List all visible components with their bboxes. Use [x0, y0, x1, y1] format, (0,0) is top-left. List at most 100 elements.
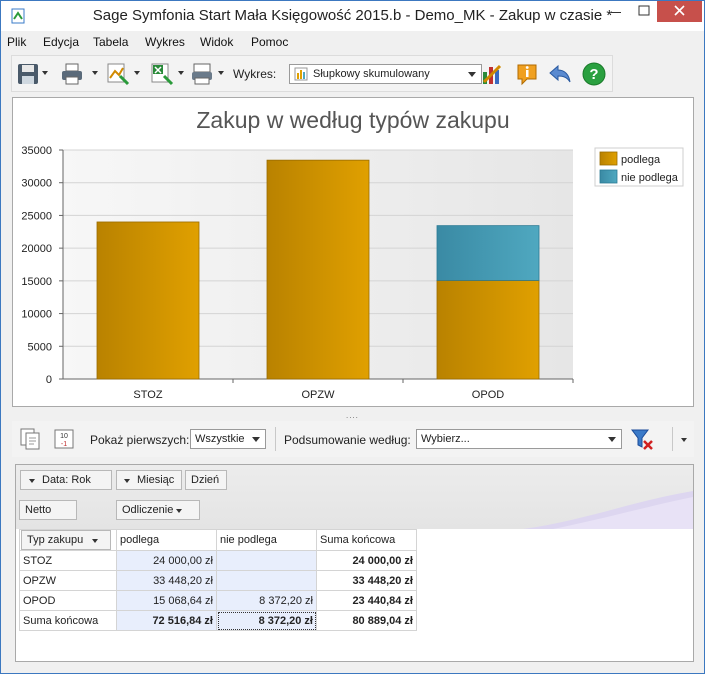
day-field[interactable]: Dzień — [185, 470, 227, 490]
legend-swatch — [599, 169, 618, 184]
row-label[interactable]: OPOD — [19, 590, 117, 611]
toolbar-overflow-icon[interactable] — [681, 438, 687, 442]
pivot-grid: Typ zakupu podlega nie podlega Suma końc… — [19, 529, 417, 631]
maximize-icon[interactable] — [631, 1, 657, 22]
date-year-field-label: Data: Rok — [42, 474, 91, 486]
print-preview-icon[interactable] — [190, 62, 214, 86]
bar-podlega — [436, 280, 540, 380]
deduction-field-label: Odliczenie — [122, 504, 174, 516]
row-total[interactable]: 23 440,84 zł — [316, 590, 417, 611]
stacked-bar-icon — [294, 67, 308, 81]
month-field[interactable]: Miesiąc — [116, 470, 182, 490]
menu-tabela[interactable]: Tabela — [93, 35, 128, 49]
cell-value[interactable] — [216, 550, 317, 571]
type-field[interactable]: Typ zakupu — [21, 530, 111, 550]
toolbar-separator — [275, 427, 276, 451]
table-row: OPZW 33 448,20 zł 33 448,20 zł — [19, 570, 417, 591]
y-tick-label: 25000 — [21, 210, 52, 222]
row-total[interactable]: 24 000,00 zł — [316, 550, 417, 571]
chevron-down-icon — [29, 479, 35, 483]
export-excel-icon[interactable] — [150, 62, 174, 86]
netto-field[interactable]: Netto — [19, 500, 77, 520]
svg-text:10: 10 — [60, 433, 68, 440]
chevron-down-icon — [92, 539, 98, 543]
menu-pomoc[interactable]: Pomoc — [251, 35, 288, 49]
column-header-total: Suma końcowa — [316, 529, 417, 551]
x-tick-label: STOZ — [133, 389, 162, 401]
y-tick-label: 0 — [46, 374, 52, 386]
cell-value[interactable]: 24 000,00 zł — [116, 550, 217, 571]
export-excel-dropdown-icon[interactable] — [178, 71, 184, 75]
cell-value[interactable] — [216, 570, 317, 591]
table-row: OPOD 15 068,64 zł 8 372,20 zł 23 440,84 … — [19, 590, 417, 611]
export-chart-icon[interactable] — [106, 62, 130, 86]
undo-arrow-icon[interactable] — [548, 62, 572, 86]
copy-document-icon[interactable] — [18, 427, 42, 451]
grand-total-podlega[interactable]: 72 516,84 zł — [116, 610, 217, 631]
close-icon[interactable] — [657, 1, 702, 22]
pivot-panel: Data: Rok Miesiąc Dzień Netto Odliczenie — [15, 464, 694, 662]
type-field-label: Typ zakupu — [27, 534, 84, 546]
print-preview-dropdown-icon[interactable] — [218, 71, 224, 75]
decorative-swoosh — [523, 491, 693, 529]
clear-filter-icon[interactable] — [630, 427, 654, 451]
export-chart-dropdown-icon[interactable] — [134, 71, 140, 75]
title-bar: Sage Symfonia Start Mała Księgowość 2015… — [1, 1, 704, 31]
bar-nie-podlega — [436, 225, 540, 281]
legend-label: podlega — [621, 154, 661, 166]
info-icon[interactable] — [515, 62, 539, 86]
menu-wykres[interactable]: Wykres — [145, 35, 185, 49]
chevron-down-icon — [608, 437, 616, 442]
show-first-value: Wszystkie — [195, 433, 245, 445]
chevron-down-icon — [468, 72, 476, 77]
svg-text:?: ? — [589, 66, 598, 83]
cell-value[interactable]: 15 068,64 zł — [116, 590, 217, 611]
y-tick-label: 20000 — [21, 243, 52, 255]
menu-bar: Plik Edycja Tabela Wykres Widok Pomoc — [1, 31, 704, 53]
grand-total-value[interactable]: 80 889,04 zł — [316, 610, 417, 631]
pivot-header-area: Data: Rok Miesiąc Dzień Netto Odliczenie — [16, 465, 693, 529]
save-icon[interactable] — [16, 62, 40, 86]
cell-value[interactable]: 8 372,20 zł — [216, 590, 317, 611]
top-n-icon[interactable]: 10 -1 — [52, 427, 76, 451]
y-tick-label: 35000 — [21, 145, 52, 157]
deduction-field[interactable]: Odliczenie — [116, 500, 200, 520]
column-header-podlega[interactable]: podlega — [116, 529, 217, 551]
date-year-field[interactable]: Data: Rok — [20, 470, 112, 490]
y-tick-label: 30000 — [21, 178, 52, 190]
chart-settings-icon[interactable] — [480, 62, 504, 86]
summary-by-value: Wybierz... — [421, 433, 470, 445]
netto-field-label: Netto — [25, 504, 52, 516]
row-total[interactable]: 33 448,20 zł — [316, 570, 417, 591]
summary-by-select[interactable]: Wybierz... — [416, 429, 622, 449]
chevron-down-icon — [176, 509, 182, 513]
column-header-nie-podlega[interactable]: nie podlega — [216, 529, 317, 551]
minimize-icon[interactable] — [602, 1, 630, 22]
chart-panel: Zakup w według typów zakupu 0 5000 10000 150… — [12, 97, 694, 407]
cell-value[interactable]: 33 448,20 zł — [116, 570, 217, 591]
stacked-bar-chart: Zakup w według typów zakupu 0 5000 10000 150… — [21, 107, 684, 401]
x-tick-label: OPOD — [472, 389, 504, 401]
grand-total-label[interactable]: Suma końcowa — [19, 610, 117, 631]
help-icon[interactable]: ? — [582, 62, 606, 86]
save-dropdown-icon[interactable] — [42, 71, 48, 75]
panel-splitter[interactable]: .... — [346, 411, 359, 420]
chart-title: Zakup w według typów zakupu — [196, 107, 509, 133]
row-label[interactable]: OPZW — [19, 570, 117, 591]
summary-by-label: Podsumowanie według: — [284, 433, 411, 447]
show-first-select[interactable]: Wszystkie — [190, 429, 266, 449]
chevron-down-icon — [252, 437, 260, 442]
main-toolbar: Wykres: Słupkowy skumulowany ? — [11, 55, 613, 92]
menu-plik[interactable]: Plik — [7, 35, 26, 49]
row-field-header[interactable]: Typ zakupu — [19, 529, 117, 551]
row-label[interactable]: STOZ — [19, 550, 117, 571]
svg-text:-1: -1 — [61, 441, 67, 448]
print-dropdown-icon[interactable] — [92, 71, 98, 75]
chart-type-select[interactable]: Słupkowy skumulowany — [289, 64, 482, 84]
grand-total-nie-podlega[interactable]: 8 372,20 zł — [216, 610, 317, 631]
y-tick-label: 10000 — [21, 309, 52, 321]
table-row: STOZ 24 000,00 zł 24 000,00 zł — [19, 550, 417, 571]
menu-widok[interactable]: Widok — [200, 35, 233, 49]
print-icon[interactable] — [60, 62, 84, 86]
menu-edycja[interactable]: Edycja — [43, 35, 79, 49]
